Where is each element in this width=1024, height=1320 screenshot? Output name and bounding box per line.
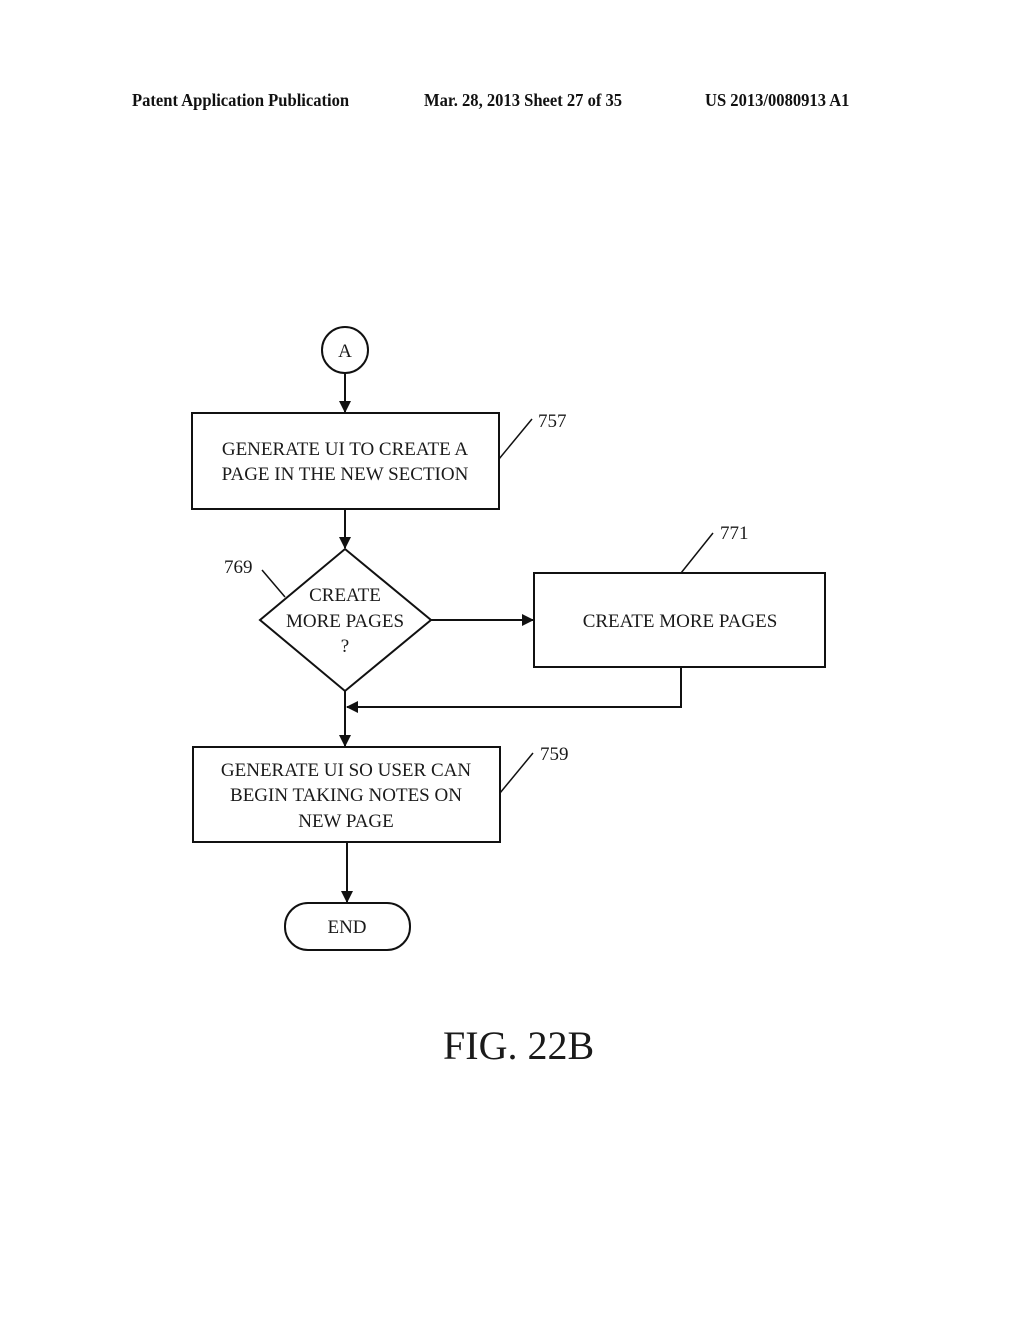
process-771-line-1: CREATE MORE PAGES	[583, 611, 778, 632]
terminator-end-label: END	[327, 917, 366, 938]
ref-number-759: 759	[540, 744, 569, 765]
process-759-line-1: GENERATE UI SO USER CAN	[221, 760, 471, 781]
process-757-line-2: PAGE IN THE NEW SECTION	[222, 464, 469, 485]
process-759-line-3: NEW PAGE	[298, 811, 394, 832]
ref-number-757: 757	[538, 411, 567, 432]
ref-leader-757	[498, 418, 533, 460]
ref-leader-759	[499, 752, 534, 794]
flowchart: A GENERATE UI TO CREATE A PAGE IN THE NE…	[191, 326, 826, 951]
process-759: GENERATE UI SO USER CAN BEGIN TAKING NOT…	[192, 746, 501, 843]
edge-771-759	[346, 667, 682, 713]
process-759-line-2: BEGIN TAKING NOTES ON	[230, 785, 462, 806]
decision-769-line-1: CREATE	[309, 585, 381, 606]
decision-769-line-2: MORE PAGES	[286, 611, 404, 632]
connector-label: A	[338, 341, 352, 362]
ref-leader-771	[680, 532, 714, 574]
process-757: GENERATE UI TO CREATE A PAGE IN THE NEW …	[191, 412, 500, 510]
decision-769-line-3: ?	[341, 636, 349, 657]
terminator-end: END	[284, 902, 411, 951]
process-757-line-1: GENERATE UI TO CREATE A	[222, 439, 469, 460]
ref-number-771: 771	[720, 523, 749, 544]
connector-a: A	[321, 326, 369, 374]
ref-leader-769	[261, 569, 286, 598]
figure-label: FIG. 22B	[443, 1023, 595, 1068]
process-771: CREATE MORE PAGES	[533, 572, 826, 668]
ref-number-769: 769	[224, 557, 253, 578]
decision-769: CREATE MORE PAGES ?	[258, 547, 433, 693]
